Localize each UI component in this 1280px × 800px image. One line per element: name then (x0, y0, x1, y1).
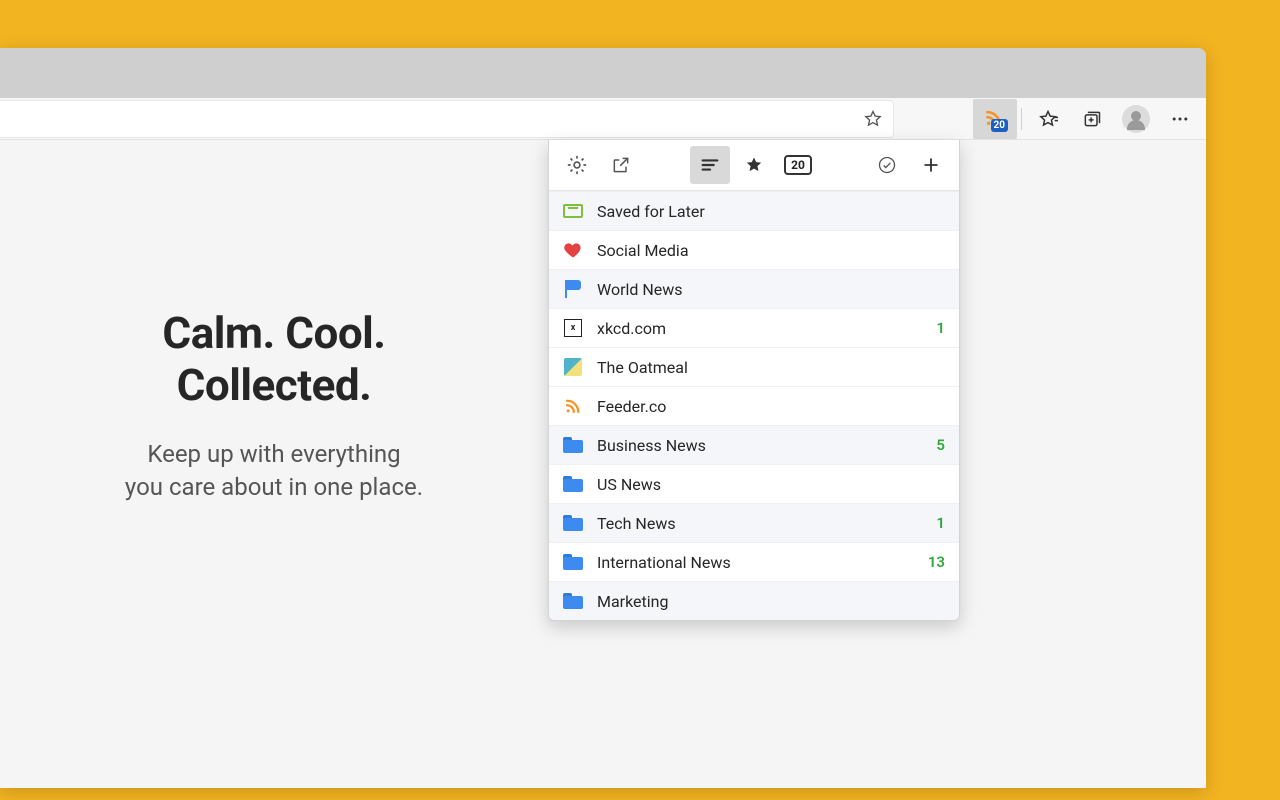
feed-item[interactable]: Feeder.co (549, 386, 959, 425)
list-view-button[interactable] (690, 146, 730, 184)
feed-item[interactable]: Business News 5 (549, 425, 959, 464)
star-outline-icon[interactable] (863, 109, 883, 129)
more-menu-button[interactable] (1158, 99, 1202, 139)
browser-toolbar: 20 (0, 98, 1206, 140)
oatmeal-icon (564, 358, 582, 376)
feed-item-label: The Oatmeal (597, 358, 945, 377)
hero-title: Calm. Cool. Collected. (0, 308, 548, 412)
feed-item-count: 1 (936, 319, 945, 337)
feed-item-count: 13 (928, 553, 945, 571)
unread-count-button[interactable]: 20 (778, 146, 818, 184)
profile-button[interactable] (1114, 99, 1158, 139)
feed-list: Saved for Later Social Media World News xxk… (549, 191, 959, 620)
hero-subtitle: Keep up with everything you care about i… (0, 438, 548, 505)
mark-all-read-button[interactable] (867, 146, 907, 184)
settings-button[interactable] (557, 146, 597, 184)
rss-icon (564, 397, 582, 415)
open-external-button[interactable] (601, 146, 641, 184)
feeder-extension-button[interactable]: 20 (973, 99, 1017, 139)
feed-item[interactable]: International News 13 (549, 542, 959, 581)
feed-item-label: Tech News (597, 514, 922, 533)
feed-item[interactable]: Social Media (549, 230, 959, 269)
feed-item-label: US News (597, 475, 945, 494)
feed-item[interactable]: x xkcd.com 1 (549, 308, 959, 347)
folder-icon (563, 554, 583, 570)
favorites-button[interactable] (1026, 99, 1070, 139)
feed-item-label: Feeder.co (597, 397, 945, 416)
folder-icon (563, 515, 583, 531)
feed-item-label: xkcd.com (597, 319, 922, 338)
unread-total-badge: 20 (784, 155, 812, 175)
feed-item-label: Business News (597, 436, 922, 455)
folder-icon (563, 476, 583, 492)
popover-toolbar: 20 (549, 140, 959, 191)
inbox-icon (563, 204, 583, 218)
xkcd-icon: x (564, 319, 582, 337)
feed-item-count: 1 (936, 514, 945, 532)
feed-item-count: 5 (936, 436, 945, 454)
heart-icon (563, 240, 583, 260)
toolbar-divider (1021, 108, 1022, 130)
extension-unread-badge: 20 (991, 119, 1008, 132)
feed-item[interactable]: Tech News 1 (549, 503, 959, 542)
feed-item[interactable]: US News (549, 464, 959, 503)
collections-button[interactable] (1070, 99, 1114, 139)
browser-window: 20 (0, 48, 1206, 788)
feed-item-label: Saved for Later (597, 202, 945, 221)
feed-item-label: Marketing (597, 592, 945, 611)
feed-item[interactable]: Marketing (549, 581, 959, 620)
feed-item-label: World News (597, 280, 945, 299)
folder-icon (563, 593, 583, 609)
hero-section: Calm. Cool. Collected. Keep up with ever… (0, 308, 548, 505)
starred-view-button[interactable] (734, 146, 774, 184)
feed-item[interactable]: Saved for Later (549, 191, 959, 230)
feed-item-label: Social Media (597, 241, 945, 260)
page-content: Calm. Cool. Collected. Keep up with ever… (0, 140, 1206, 788)
flag-icon (564, 280, 582, 298)
add-feed-button[interactable] (911, 146, 951, 184)
feed-item-label: International News (597, 553, 914, 572)
folder-icon (563, 437, 583, 453)
feed-item[interactable]: The Oatmeal (549, 347, 959, 386)
feed-item[interactable]: World News (549, 269, 959, 308)
window-titlebar (0, 48, 1206, 98)
feed-popover: 20 Saved for Later Social Media World News… (548, 140, 960, 621)
address-bar[interactable] (0, 100, 894, 138)
